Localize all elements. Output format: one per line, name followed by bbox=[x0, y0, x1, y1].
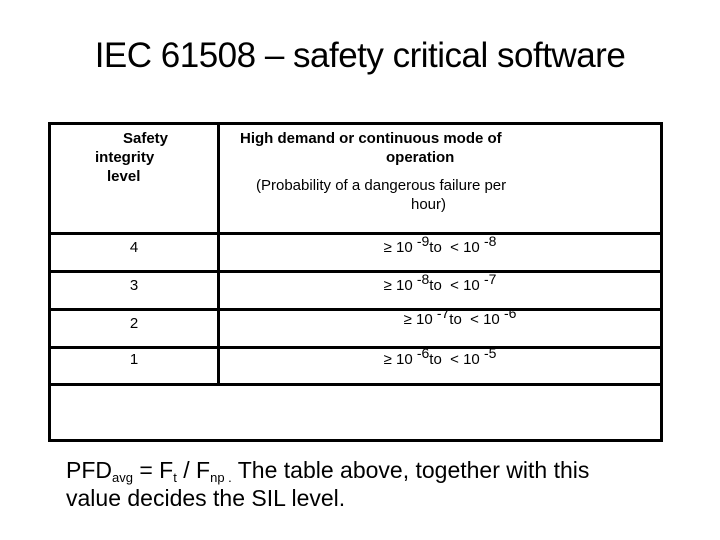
sil-value: 2 bbox=[129, 315, 139, 332]
range-base: 10 bbox=[483, 311, 500, 328]
probability-range: ≥ 10 -7to < 10 -6 bbox=[220, 306, 660, 329]
range-base: 10 bbox=[463, 239, 480, 256]
formula-subscript: np . bbox=[210, 470, 232, 485]
sil-table: Safety integrity level High demand or co… bbox=[48, 122, 663, 442]
ge-symbol: ≥ bbox=[383, 277, 392, 294]
range-exponent: -5 bbox=[483, 345, 497, 361]
range-base: 10 bbox=[463, 277, 480, 294]
range-base: 10 bbox=[463, 351, 480, 368]
caption-line-2: value decides the SIL level. bbox=[66, 485, 346, 511]
range-to: to bbox=[449, 311, 462, 328]
sil-value: 3 bbox=[129, 277, 139, 294]
caption: PFDavg = Ft / Fnp . The table above, tog… bbox=[66, 456, 666, 512]
range-exponent: -7 bbox=[483, 271, 497, 287]
range-exponent: -7 bbox=[436, 305, 450, 321]
range-exponent: -6 bbox=[503, 305, 517, 321]
row-divider bbox=[51, 346, 660, 349]
caption-line-1: PFDavg = Ft / Fnp . The table above, tog… bbox=[66, 456, 666, 484]
formula-pfd: PFD bbox=[66, 457, 112, 483]
sil-value: 4 bbox=[129, 239, 139, 256]
ge-symbol: ≥ bbox=[383, 351, 392, 368]
range-exponent: -6 bbox=[416, 345, 430, 361]
header-sil: Safety integrity level bbox=[51, 129, 217, 186]
range-exponent: -9 bbox=[416, 233, 430, 249]
formula-part: / F bbox=[176, 457, 211, 483]
ge-symbol: ≥ bbox=[403, 311, 412, 328]
probability-range: ≥ 10 -8to < 10 -7 bbox=[220, 272, 660, 295]
lt-symbol: < bbox=[450, 277, 459, 294]
empty-footer-row bbox=[51, 386, 660, 439]
lt-symbol: < bbox=[470, 311, 479, 328]
row-divider bbox=[51, 232, 660, 235]
range-base: 10 bbox=[395, 277, 413, 294]
header-mode-line: operation bbox=[386, 149, 455, 166]
probability-range: ≥ 10 -9to < 10 -8 bbox=[220, 234, 660, 257]
header-mode-line: High demand or continuous mode of bbox=[240, 130, 502, 147]
range-base: 10 bbox=[395, 351, 413, 368]
range-base: 10 bbox=[415, 311, 433, 328]
row-divider bbox=[51, 270, 660, 273]
range-exponent: -8 bbox=[483, 233, 497, 249]
header-mode: High demand or continuous mode of operat… bbox=[220, 129, 660, 214]
ge-symbol: ≥ bbox=[383, 239, 392, 256]
lt-symbol: < bbox=[450, 239, 459, 256]
formula-part: = F bbox=[132, 457, 174, 483]
range-base: 10 bbox=[395, 239, 413, 256]
range-to: to bbox=[429, 239, 442, 256]
header-note-line: (Probability of a dangerous failure per bbox=[256, 177, 507, 194]
header-note-line: hour) bbox=[411, 196, 447, 213]
header-sil-line: level bbox=[107, 168, 141, 185]
probability-range: ≥ 10 -6to < 10 -5 bbox=[220, 346, 660, 369]
slide-title: IEC 61508 – safety critical software bbox=[94, 36, 626, 75]
header-sil-line: integrity bbox=[95, 149, 155, 166]
caption-text: The table above, together with this bbox=[231, 457, 590, 483]
range-exponent: -8 bbox=[416, 271, 430, 287]
header-sil-line: Safety bbox=[123, 130, 169, 147]
range-to: to bbox=[429, 351, 442, 368]
formula-subscript: avg bbox=[112, 470, 133, 485]
lt-symbol: < bbox=[450, 351, 459, 368]
range-to: to bbox=[429, 277, 442, 294]
sil-value: 1 bbox=[129, 351, 139, 368]
